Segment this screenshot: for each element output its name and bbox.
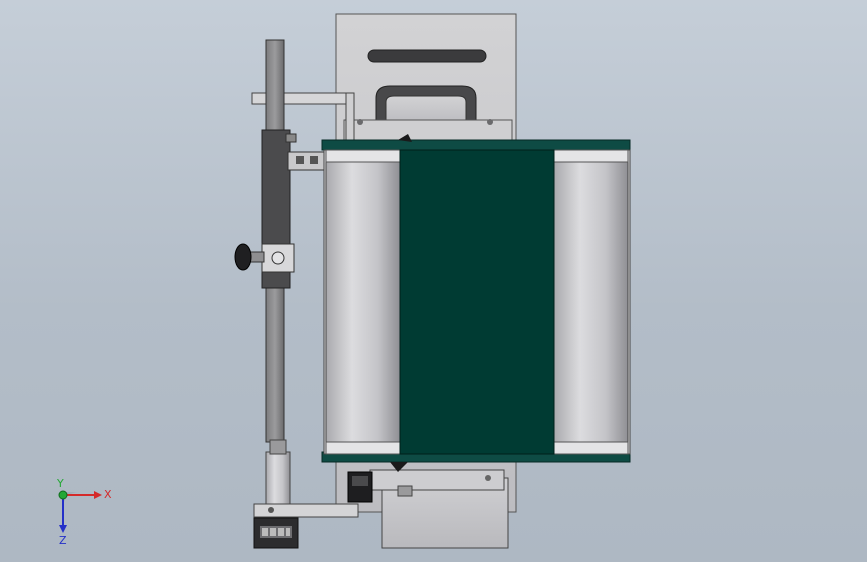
conveyor-belt[interactable] (399, 149, 555, 455)
plate-slot (367, 49, 487, 63)
y-axis-dot (58, 490, 68, 500)
y-axis-label: Y (56, 478, 64, 490)
bottom-clamp-arm[interactable] (253, 503, 359, 549)
adjustment-knob[interactable] (234, 243, 295, 273)
z-axis-label: Z (59, 534, 67, 547)
3d-viewport[interactable] (0, 0, 867, 562)
z-axis-arrow-icon (59, 525, 67, 533)
left-roller[interactable] (325, 149, 401, 455)
right-roller[interactable] (553, 149, 629, 455)
x-axis-arrow-icon (94, 491, 102, 499)
x-axis-label: X (104, 488, 112, 501)
axis-triad: X Y Z (56, 478, 112, 547)
lower-rod[interactable] (265, 439, 291, 505)
